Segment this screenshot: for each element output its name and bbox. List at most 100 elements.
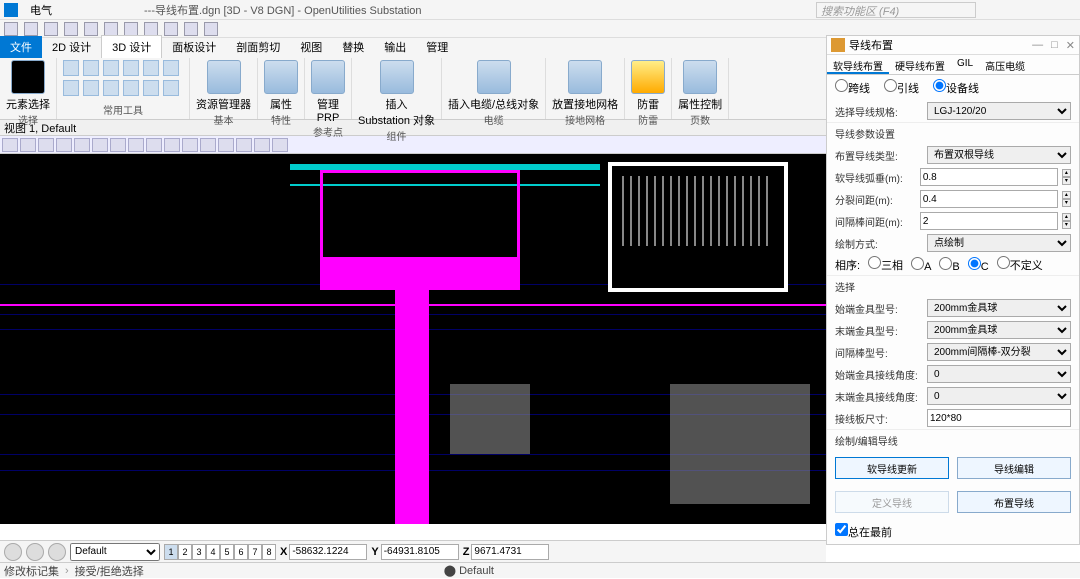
view-tool-icon[interactable] bbox=[20, 138, 36, 152]
qat-icon[interactable] bbox=[204, 22, 218, 36]
view-tool-icon[interactable] bbox=[182, 138, 198, 152]
view-tool-icon[interactable] bbox=[164, 138, 180, 152]
palette-icon[interactable] bbox=[264, 60, 298, 94]
page-button[interactable]: 1 bbox=[164, 544, 178, 560]
page-button[interactable]: 4 bbox=[206, 544, 220, 560]
phase-a[interactable]: A bbox=[911, 257, 931, 273]
lightning-icon[interactable] bbox=[631, 60, 665, 94]
tool-icon[interactable] bbox=[83, 60, 99, 76]
drawing-canvas[interactable] bbox=[0, 154, 826, 524]
tab-gil[interactable]: GIL bbox=[951, 55, 979, 74]
ea-select[interactable]: 0 bbox=[927, 387, 1071, 405]
close-icon[interactable]: ✕ bbox=[1066, 39, 1075, 52]
tool-icon[interactable] bbox=[123, 60, 139, 76]
minimize-icon[interactable]: — bbox=[1032, 39, 1043, 52]
maximize-icon[interactable]: □ bbox=[1051, 39, 1058, 52]
view-tool-icon[interactable] bbox=[92, 138, 108, 152]
radio-equip[interactable]: 设备线 bbox=[933, 79, 979, 96]
page-button[interactable]: 6 bbox=[234, 544, 248, 560]
page-button[interactable]: 2 bbox=[178, 544, 192, 560]
tab-hard[interactable]: 硬导线布置 bbox=[889, 55, 951, 74]
split-input[interactable] bbox=[920, 190, 1058, 208]
tool-icon[interactable] bbox=[103, 80, 119, 96]
view-tool-icon[interactable] bbox=[110, 138, 126, 152]
ribbon-search[interactable]: 搜索功能区 (F4) bbox=[816, 2, 976, 18]
always-top-check[interactable]: 总在最前 bbox=[835, 527, 892, 539]
y-coord[interactable] bbox=[381, 544, 459, 560]
level-select[interactable]: Default bbox=[70, 543, 160, 561]
tool-icon[interactable] bbox=[163, 80, 179, 96]
tab-2d[interactable]: 2D 设计 bbox=[42, 36, 101, 58]
prp-icon[interactable] bbox=[311, 60, 345, 94]
plate-input[interactable] bbox=[927, 409, 1071, 427]
layout-button[interactable]: 布置导线 bbox=[957, 491, 1071, 513]
qat-icon[interactable] bbox=[124, 22, 138, 36]
view-tool-icon[interactable] bbox=[74, 138, 90, 152]
qat-icon[interactable] bbox=[64, 22, 78, 36]
page-button[interactable]: 7 bbox=[248, 544, 262, 560]
radio-lead[interactable]: 引线 bbox=[884, 79, 919, 96]
spec-select[interactable]: LGJ-120/20 bbox=[927, 102, 1071, 120]
tool-icon[interactable] bbox=[123, 80, 139, 96]
x-coord[interactable] bbox=[289, 544, 367, 560]
view-tool-icon[interactable] bbox=[146, 138, 162, 152]
define-button[interactable]: 定义导线 bbox=[835, 491, 949, 513]
tab-output[interactable]: 输出 bbox=[374, 36, 416, 58]
view-tool-icon[interactable] bbox=[2, 138, 18, 152]
page-button[interactable]: 3 bbox=[192, 544, 206, 560]
start-select[interactable]: 200mm金具球 bbox=[927, 299, 1071, 317]
tab-replace[interactable]: 替换 bbox=[332, 36, 374, 58]
end-select[interactable]: 200mm金具球 bbox=[927, 321, 1071, 339]
view-tool-icon[interactable] bbox=[236, 138, 252, 152]
tab-3d[interactable]: 3D 设计 bbox=[101, 35, 162, 58]
tab-section[interactable]: 剖面剪切 bbox=[226, 36, 290, 58]
draw-select[interactable]: 点绘制 bbox=[927, 234, 1071, 252]
update-button[interactable]: 软导线更新 bbox=[835, 457, 949, 479]
tool-icon[interactable] bbox=[63, 80, 79, 96]
qat-icon[interactable] bbox=[104, 22, 118, 36]
qat-icon[interactable] bbox=[164, 22, 178, 36]
cursor-icon[interactable] bbox=[11, 60, 45, 94]
view-tool-icon[interactable] bbox=[218, 138, 234, 152]
nav-back-icon[interactable] bbox=[4, 543, 22, 561]
qat-icon[interactable] bbox=[184, 22, 198, 36]
type-select[interactable]: 布置双根导线 bbox=[927, 146, 1071, 164]
tab-manage[interactable]: 管理 bbox=[416, 36, 458, 58]
phase-und[interactable]: 不定义 bbox=[997, 256, 1043, 273]
page-button[interactable]: 5 bbox=[220, 544, 234, 560]
spin-up[interactable]: ▴ bbox=[1062, 169, 1071, 177]
tool-icon[interactable] bbox=[143, 60, 159, 76]
phase-c[interactable]: C bbox=[968, 257, 989, 273]
cable-icon[interactable] bbox=[477, 60, 511, 94]
phase-b[interactable]: B bbox=[939, 257, 959, 273]
qat-icon[interactable] bbox=[24, 22, 38, 36]
qat-icon[interactable] bbox=[4, 22, 18, 36]
app-menu[interactable]: 电气 bbox=[30, 2, 52, 18]
z-coord[interactable] bbox=[471, 544, 549, 560]
ctrl-icon[interactable] bbox=[683, 60, 717, 94]
edit-button[interactable]: 导线编辑 bbox=[957, 457, 1071, 479]
tab-view[interactable]: 视图 bbox=[290, 36, 332, 58]
tab-panel[interactable]: 面板设计 bbox=[162, 36, 226, 58]
grid-icon[interactable] bbox=[568, 60, 602, 94]
resource-mgr-icon[interactable] bbox=[207, 60, 241, 94]
nav-fwd-icon[interactable] bbox=[26, 543, 44, 561]
radio-span[interactable]: 跨线 bbox=[835, 79, 870, 96]
tab-soft[interactable]: 软导线布置 bbox=[827, 55, 889, 74]
view-tool-icon[interactable] bbox=[272, 138, 288, 152]
phase-3[interactable]: 三相 bbox=[868, 256, 903, 273]
view-tool-icon[interactable] bbox=[38, 138, 54, 152]
page-button[interactable]: 8 bbox=[262, 544, 276, 560]
tool-icon[interactable] bbox=[143, 80, 159, 96]
tab-file[interactable]: 文件 bbox=[0, 36, 42, 58]
spin-down[interactable]: ▾ bbox=[1062, 177, 1071, 185]
view-tool-icon[interactable] bbox=[56, 138, 72, 152]
qat-icon[interactable] bbox=[44, 22, 58, 36]
tool-icon[interactable] bbox=[163, 60, 179, 76]
tool-icon[interactable] bbox=[83, 80, 99, 96]
tab-hv[interactable]: 高压电缆 bbox=[979, 55, 1031, 74]
qat-icon[interactable] bbox=[144, 22, 158, 36]
sa-select[interactable]: 0 bbox=[927, 365, 1071, 383]
view-tool-icon[interactable] bbox=[254, 138, 270, 152]
insert-icon[interactable] bbox=[380, 60, 414, 94]
